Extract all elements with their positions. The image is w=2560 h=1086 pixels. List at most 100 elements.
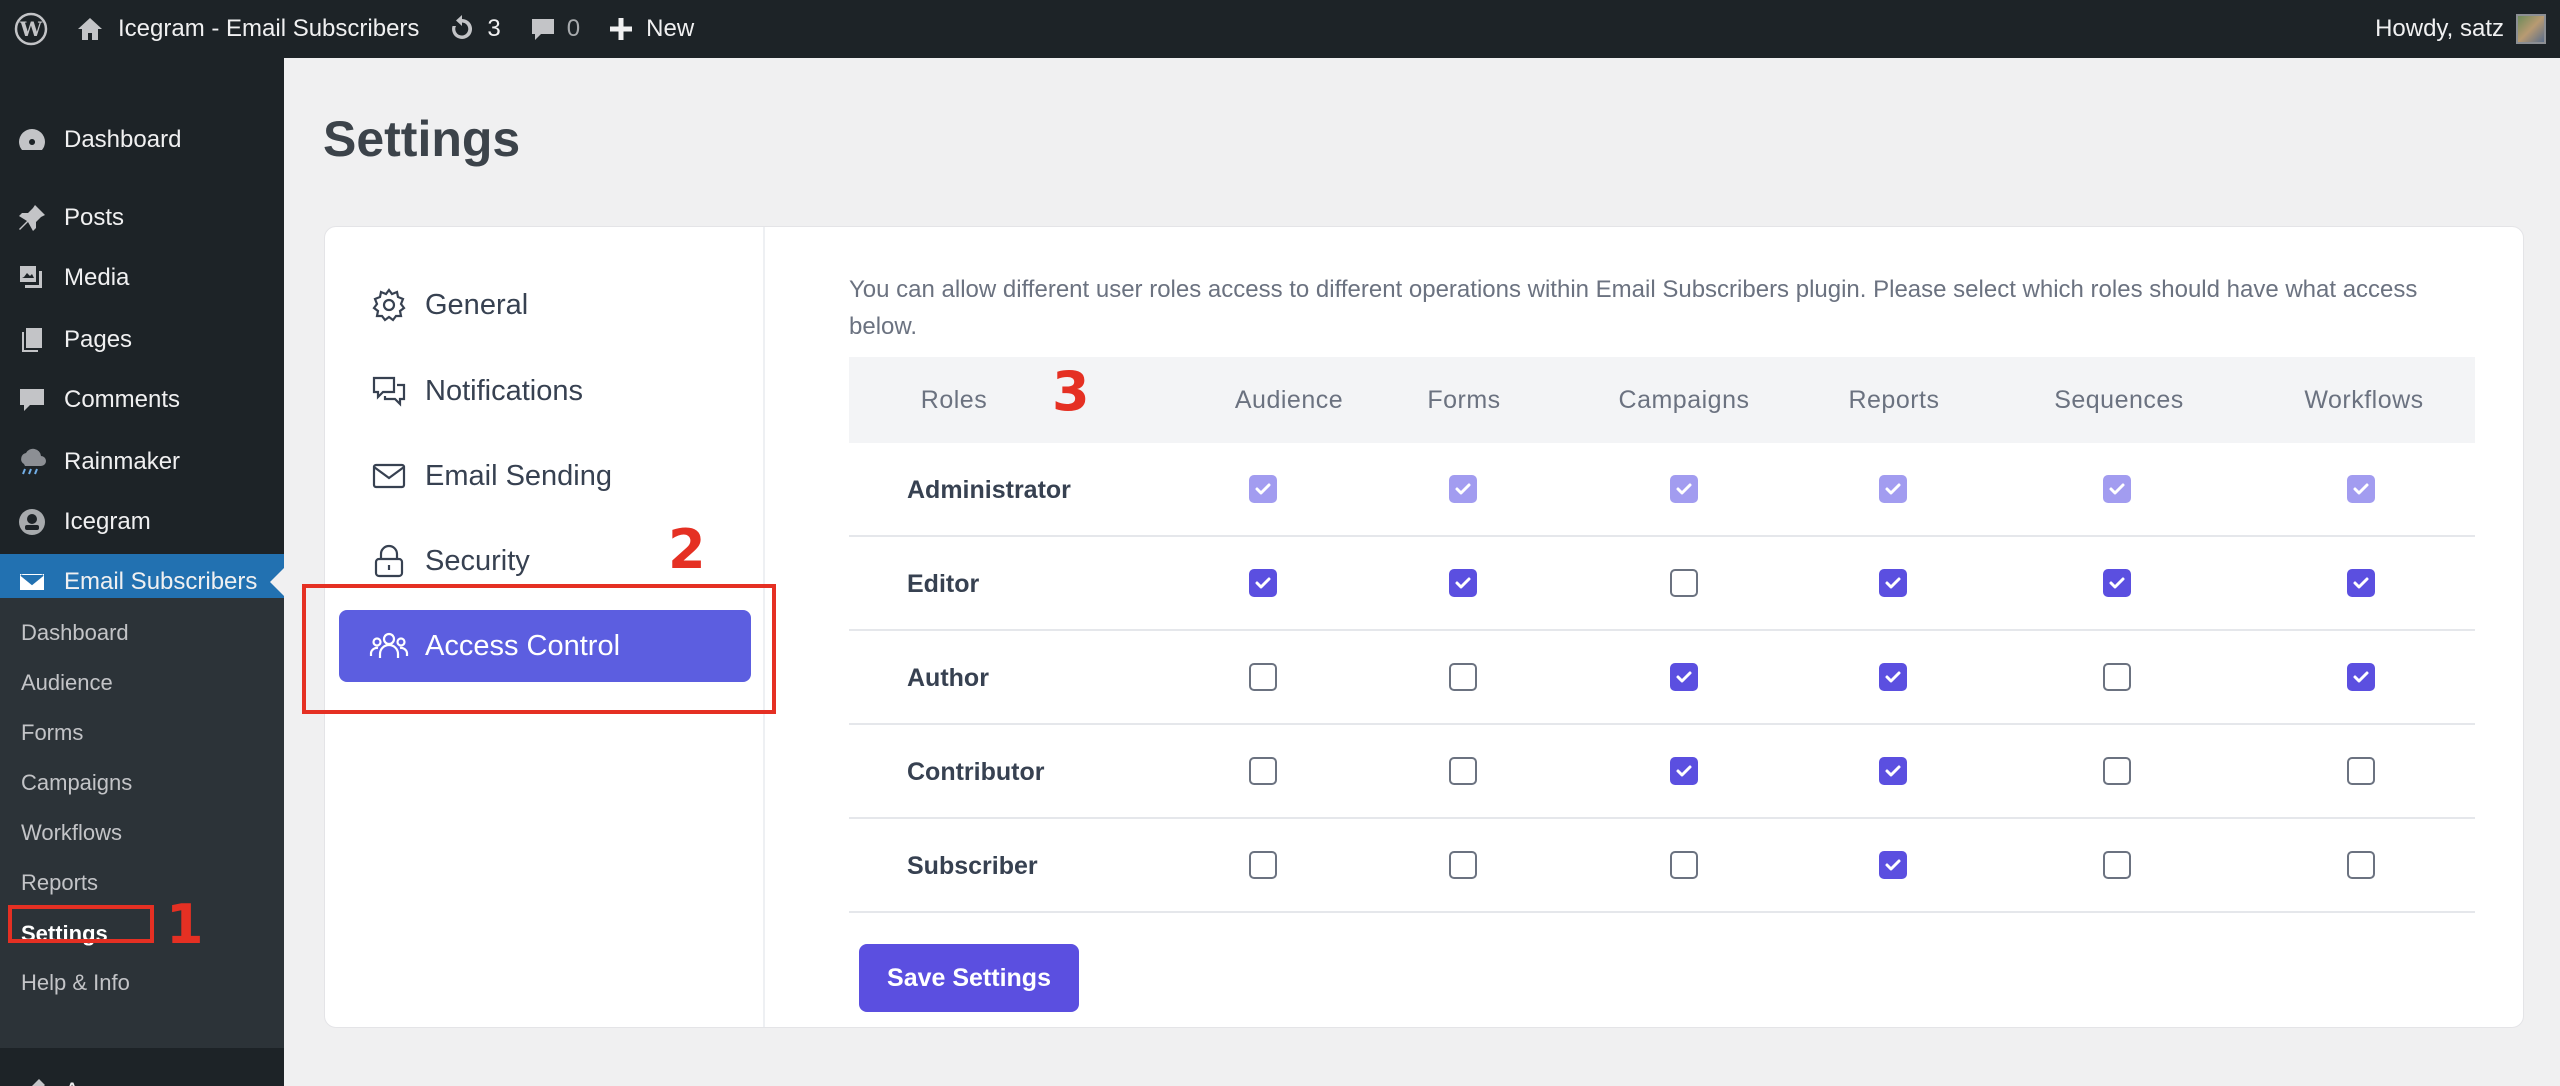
pin-icon: [16, 202, 48, 234]
settings-nav-email-sending[interactable]: Email Sending: [339, 440, 751, 512]
svg-text:W: W: [19, 17, 43, 41]
menu-icegram[interactable]: Icegram: [0, 494, 284, 550]
permission-checkbox-workflows[interactable]: [2347, 663, 2375, 691]
annotation-box-settings: [8, 905, 154, 943]
menu-posts[interactable]: Posts: [0, 190, 284, 246]
plus-icon: [610, 18, 633, 40]
table-row: Author: [849, 631, 2475, 725]
menu-label: Icegram: [64, 508, 151, 535]
role-name: Author: [907, 663, 989, 692]
permission-checkbox-sequences[interactable]: [2103, 569, 2131, 597]
pages-icon: [16, 324, 48, 356]
checkmark-icon: [2109, 577, 2125, 589]
table-header: Roles Audience Forms Campaigns Reports S…: [849, 357, 2475, 443]
permission-checkbox-audience[interactable]: [1249, 569, 1277, 597]
permission-checkbox-audience[interactable]: [1249, 757, 1277, 785]
comments-link[interactable]: 0: [515, 0, 594, 58]
updates-count: 3: [487, 15, 501, 42]
permission-checkbox-campaigns: [1670, 475, 1698, 503]
role-name: Subscriber: [907, 851, 1038, 880]
permission-checkbox-sequences[interactable]: [2103, 663, 2131, 691]
permission-checkbox-campaigns[interactable]: [1670, 757, 1698, 785]
permission-checkbox-workflows[interactable]: [2347, 851, 2375, 879]
annotation-number-2: 2: [668, 518, 706, 581]
annotation-number-3: 3: [1052, 360, 1090, 423]
permission-checkbox-reports[interactable]: [1879, 757, 1907, 785]
updates-icon: [452, 15, 473, 39]
menu-dashboard[interactable]: Dashboard: [0, 112, 284, 168]
menu-comments[interactable]: Comments: [0, 372, 284, 428]
lock-icon: [369, 541, 409, 581]
column-header-reports: Reports: [1848, 385, 1940, 414]
checkmark-icon: [2353, 671, 2369, 683]
chat-bubbles-icon: [369, 371, 409, 411]
checkmark-icon: [1676, 765, 1692, 777]
menu-label: Media: [64, 264, 130, 291]
icegram-icon: [16, 506, 48, 538]
permission-checkbox-workflows[interactable]: [2347, 757, 2375, 785]
menu-pages[interactable]: Pages: [0, 312, 284, 368]
permission-checkbox-campaigns[interactable]: [1670, 663, 1698, 691]
permission-checkbox-sequences: [2103, 475, 2131, 503]
settings-nav-notifications[interactable]: Notifications: [339, 355, 751, 427]
current-menu-arrow: [270, 568, 284, 596]
role-name: Administrator: [907, 475, 1071, 504]
column-header-workflows: Workflows: [2304, 385, 2424, 414]
permission-checkbox-forms[interactable]: [1449, 663, 1477, 691]
gear-icon: [369, 285, 409, 325]
checkmark-icon: [1455, 577, 1471, 589]
settings-nav-general[interactable]: General: [339, 269, 751, 341]
submenu-reports[interactable]: Reports: [21, 870, 98, 896]
submenu-forms[interactable]: Forms: [21, 720, 83, 746]
menu-media[interactable]: Media: [0, 250, 284, 306]
permission-checkbox-campaigns[interactable]: [1670, 569, 1698, 597]
submenu-dashboard[interactable]: Dashboard: [21, 620, 129, 646]
submenu-help-info[interactable]: Help & Info: [21, 970, 130, 996]
permission-checkbox-campaigns[interactable]: [1670, 851, 1698, 879]
site-name-link[interactable]: Icegram - Email Subscribers: [62, 0, 433, 58]
wordpress-logo-icon[interactable]: W: [0, 0, 62, 58]
permission-checkbox-reports[interactable]: [1879, 851, 1907, 879]
permission-checkbox-forms[interactable]: [1449, 757, 1477, 785]
save-settings-button[interactable]: Save Settings: [859, 944, 1079, 1012]
checkmark-icon: [1676, 671, 1692, 683]
checkmark-icon: [2353, 577, 2369, 589]
new-label: New: [646, 15, 695, 42]
media-icon: [16, 262, 48, 294]
page-title: Settings: [323, 111, 521, 167]
email-subscribers-submenu: Dashboard Audience Forms Campaigns Workf…: [0, 598, 284, 1048]
access-control-table: Roles Audience Forms Campaigns Reports S…: [849, 357, 2475, 913]
settings-nav-label: Notifications: [425, 374, 583, 407]
my-account[interactable]: Howdy, satz: [2375, 14, 2560, 44]
checkmark-icon: [1255, 577, 1271, 589]
permission-checkbox-forms[interactable]: [1449, 851, 1477, 879]
updates-link[interactable]: 3: [433, 0, 514, 58]
annotation-box-access-control: [302, 584, 776, 714]
submenu-workflows[interactable]: Workflows: [21, 820, 122, 846]
checkmark-icon: [2109, 483, 2125, 495]
permission-checkbox-workflows[interactable]: [2347, 569, 2375, 597]
comment-icon: [531, 19, 554, 40]
admin-bar: W Icegram - Email Subscribers 3 0 New Ho…: [0, 0, 2560, 58]
checkmark-icon: [1455, 483, 1471, 495]
permission-checkbox-audience[interactable]: [1249, 851, 1277, 879]
dashboard-icon: [16, 124, 48, 156]
menu-appearance[interactable]: Appearance: [0, 1064, 284, 1086]
permission-checkbox-forms: [1449, 475, 1477, 503]
annotation-number-1: 1: [166, 893, 204, 956]
comment-icon: [16, 384, 48, 416]
permission-checkbox-sequences[interactable]: [2103, 851, 2131, 879]
permission-checkbox-audience[interactable]: [1249, 663, 1277, 691]
permission-checkbox-reports[interactable]: [1879, 663, 1907, 691]
permission-checkbox-workflows: [2347, 475, 2375, 503]
new-content-link[interactable]: New: [594, 0, 708, 58]
permission-checkbox-sequences[interactable]: [2103, 757, 2131, 785]
submenu-audience[interactable]: Audience: [21, 670, 113, 696]
role-name: Editor: [907, 569, 980, 598]
permission-checkbox-reports[interactable]: [1879, 569, 1907, 597]
permission-checkbox-forms[interactable]: [1449, 569, 1477, 597]
submenu-campaigns[interactable]: Campaigns: [21, 770, 132, 796]
column-header-campaigns: Campaigns: [1618, 385, 1750, 414]
checkmark-icon: [1885, 765, 1901, 777]
menu-rainmaker[interactable]: Rainmaker: [0, 434, 284, 490]
